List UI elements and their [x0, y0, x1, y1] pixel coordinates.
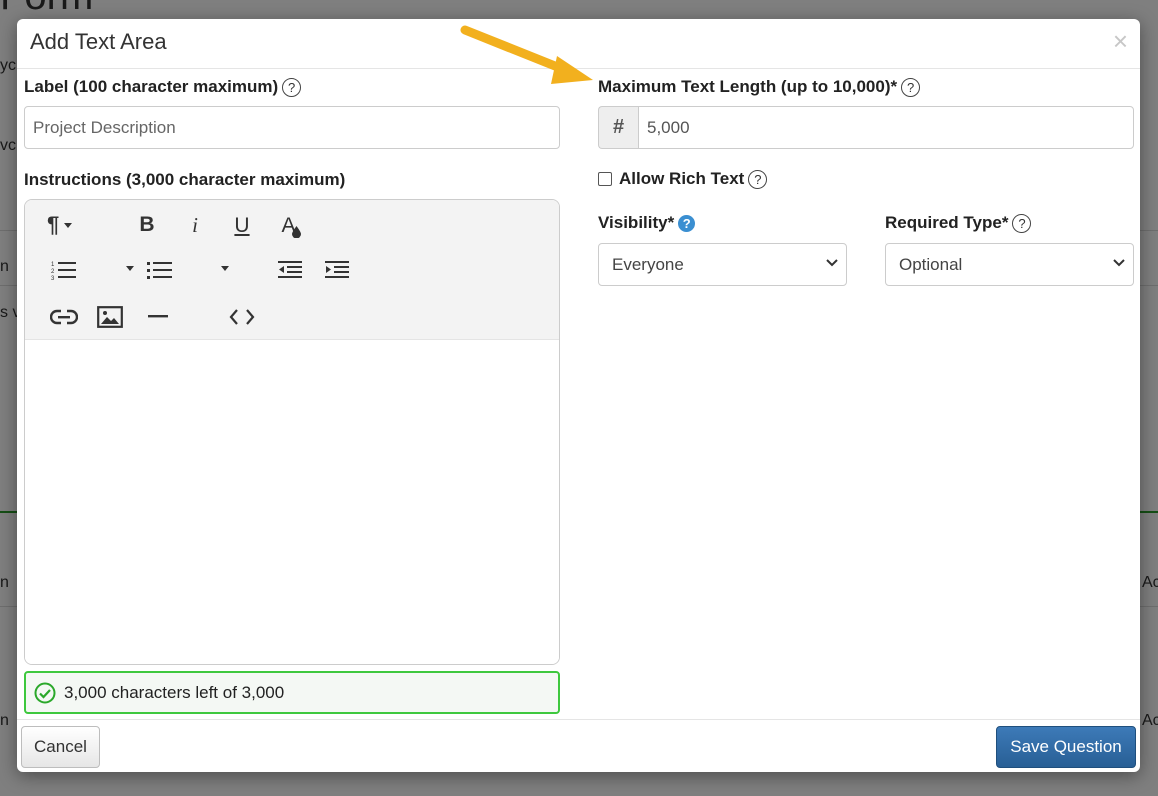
allow-rich-text-label: Allow Rich Text [619, 169, 745, 188]
indent-button[interactable] [325, 260, 349, 280]
chevron-down-icon [64, 222, 73, 228]
editor-toolbar: ¶ B i U A 1 2 3 [25, 200, 559, 340]
svg-text:2: 2 [51, 269, 55, 275]
visibility-label-text: Visibility* [598, 213, 675, 232]
visibility-label: Visibility* ? [598, 213, 696, 233]
list-style-dropdown[interactable] [121, 266, 134, 271]
info-help-icon[interactable]: ? [678, 214, 696, 232]
bullet-list-icon [147, 262, 172, 279]
visibility-select[interactable]: Everyone [598, 243, 847, 286]
character-count-text: 3,000 characters left of 3,000 [64, 682, 285, 702]
help-icon[interactable]: ? [282, 77, 302, 97]
horizontal-rule-icon [148, 315, 168, 318]
bullet-style-dropdown[interactable] [216, 266, 229, 271]
required-type-select[interactable]: Optional [885, 243, 1134, 286]
label-field-label-text: Label (100 character maximum) [24, 77, 279, 96]
insert-image-button[interactable] [97, 306, 123, 328]
label-field-label: Label (100 character maximum) ? [24, 77, 302, 97]
required-type-label: Required Type* ? [885, 213, 1032, 233]
numbered-list-button[interactable]: 1 2 3 [51, 260, 77, 280]
visibility-selected-value: Everyone [612, 254, 684, 274]
text-color-button[interactable]: A [277, 212, 305, 240]
bold-icon: B [139, 213, 155, 236]
insert-link-button[interactable] [50, 307, 78, 327]
character-count-status: 3,000 characters left of 3,000 [24, 671, 560, 714]
label-input[interactable] [24, 106, 560, 149]
bullet-list-button[interactable] [147, 260, 173, 280]
max-length-input-group: # [598, 106, 1134, 149]
paragraph-style-icon: ¶ [47, 212, 60, 237]
italic-button[interactable]: i [183, 212, 207, 238]
code-icon [229, 309, 255, 325]
instructions-editor-body[interactable] [25, 340, 559, 664]
bold-button[interactable]: B [135, 212, 159, 238]
outdent-button[interactable] [278, 260, 302, 280]
help-icon[interactable]: ? [1012, 213, 1032, 233]
help-icon[interactable]: ? [748, 169, 768, 189]
indent-icon [325, 261, 349, 278]
svg-text:1: 1 [51, 262, 55, 268]
chevron-down-icon [126, 266, 134, 271]
instructions-label: Instructions (3,000 character maximum) [24, 170, 346, 189]
add-text-area-modal: Add Text Area × Label (100 character max… [17, 19, 1140, 772]
chevron-down-icon [826, 259, 838, 267]
save-question-button[interactable]: Save Question [996, 726, 1136, 768]
allow-rich-text-checkbox[interactable] [598, 172, 612, 186]
outdent-icon [278, 261, 302, 278]
allow-rich-text-row: Allow Rich Text ? [598, 169, 768, 189]
numbered-list-icon: 1 2 3 [51, 262, 76, 280]
svg-text:3: 3 [51, 276, 55, 280]
link-icon [50, 309, 78, 325]
modal-title: Add Text Area [30, 29, 167, 54]
underline-button[interactable]: U [230, 212, 254, 240]
max-length-label-text: Maximum Text Length (up to 10,000)* [598, 77, 898, 96]
required-type-selected-value: Optional [899, 254, 963, 274]
number-hash-icon: # [598, 106, 638, 149]
color-drop-icon [291, 226, 301, 238]
italic-icon: i [192, 212, 198, 237]
chevron-down-icon [221, 266, 229, 271]
modal-footer: Cancel Save Question [17, 719, 1140, 772]
horizontal-rule-button[interactable] [148, 315, 168, 319]
max-length-input[interactable] [638, 106, 1134, 149]
underline-icon: U [234, 214, 250, 237]
instructions-editor: ¶ B i U A 1 2 3 [24, 199, 560, 665]
paragraph-style-dropdown[interactable]: ¶ [47, 212, 73, 238]
close-button[interactable]: × [1113, 28, 1128, 54]
max-length-label: Maximum Text Length (up to 10,000)* ? [598, 77, 921, 97]
chevron-down-icon [1113, 259, 1125, 267]
help-icon[interactable]: ? [901, 77, 921, 97]
required-type-label-text: Required Type* [885, 213, 1009, 232]
annotation-arrow-icon [460, 25, 593, 84]
code-view-button[interactable] [229, 308, 255, 326]
image-icon [97, 306, 123, 328]
check-circle-icon [34, 682, 56, 703]
cancel-button[interactable]: Cancel [21, 726, 100, 768]
